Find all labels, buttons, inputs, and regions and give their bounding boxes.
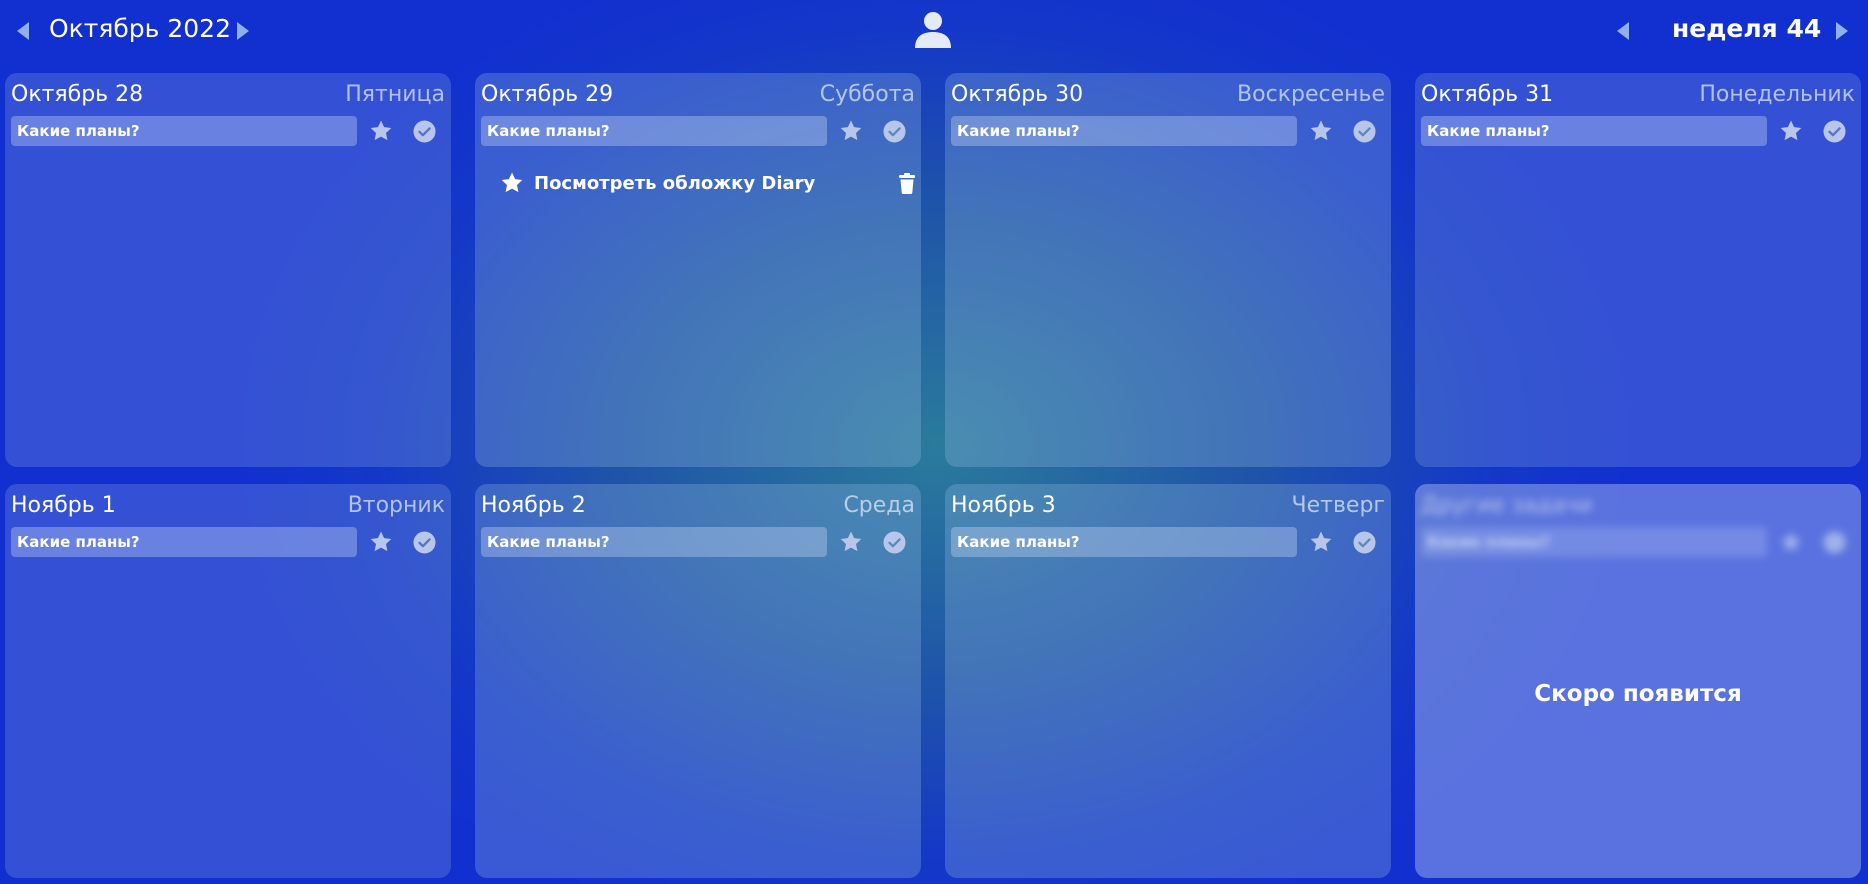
plan-input[interactable]: [481, 116, 827, 146]
plan-input[interactable]: [1421, 116, 1767, 146]
day-weekday: Суббота: [819, 82, 915, 107]
day-date: Ноябрь 3: [951, 493, 1056, 518]
check-circle-icon[interactable]: [413, 531, 436, 554]
top-bar: Октябрь 2022 неделя 44: [0, 0, 1868, 64]
task-text[interactable]: Посмотреть обложку Diary: [534, 173, 815, 194]
day-weekday: Воскресенье: [1237, 82, 1385, 107]
day-card-oct-29: Октябрь 29 Суббота Посмотреть обложку Di…: [475, 73, 921, 467]
other-tasks-input: [1421, 527, 1767, 557]
check-circle-icon[interactable]: [1353, 120, 1376, 143]
day-weekday: Вторник: [347, 493, 445, 518]
other-tasks-card: Другие задачи Скоро появится: [1415, 484, 1861, 878]
day-weekday: Понедельник: [1699, 82, 1855, 107]
day-card-nov-1: Ноябрь 1 Вторник: [5, 484, 451, 878]
check-circle-icon[interactable]: [413, 120, 436, 143]
star-icon[interactable]: [839, 119, 863, 143]
prev-week-icon[interactable]: [1617, 22, 1629, 40]
trash-icon[interactable]: [898, 173, 916, 194]
check-circle-icon[interactable]: [1353, 531, 1376, 554]
day-card-oct-30: Октябрь 30 Воскресенье: [945, 73, 1391, 467]
star-icon[interactable]: [369, 119, 393, 143]
day-card-oct-28: Октябрь 28 Пятница: [5, 73, 451, 467]
plan-input[interactable]: [481, 527, 827, 557]
star-filled-icon[interactable]: [500, 171, 524, 195]
plan-input[interactable]: [11, 116, 357, 146]
star-icon: [1780, 531, 1802, 552]
day-card-nov-3: Ноябрь 3 Четверг: [945, 484, 1391, 878]
day-date: Октябрь 28: [11, 82, 144, 107]
day-card-nov-2: Ноябрь 2 Среда: [475, 484, 921, 878]
check-circle-icon[interactable]: [1823, 120, 1846, 143]
check-circle-icon: [1823, 531, 1846, 554]
star-icon[interactable]: [1779, 119, 1803, 143]
coming-soon-text: Скоро появится: [1534, 681, 1742, 707]
day-weekday: Среда: [843, 493, 915, 518]
plan-input[interactable]: [951, 527, 1297, 557]
day-date: Ноябрь 1: [11, 493, 116, 518]
day-card-oct-31: Октябрь 31 Понедельник: [1415, 73, 1861, 467]
month-title: Октябрь 2022: [49, 14, 231, 43]
next-month-icon[interactable]: [237, 22, 249, 40]
task-item: Посмотреть обложку Diary: [500, 169, 915, 199]
plan-input[interactable]: [951, 116, 1297, 146]
other-tasks-title: Другие задачи: [1421, 493, 1593, 518]
star-icon[interactable]: [839, 530, 863, 554]
week-title: неделя 44: [1672, 14, 1822, 43]
next-week-icon[interactable]: [1836, 22, 1848, 40]
day-date: Октябрь 30: [951, 82, 1084, 107]
check-circle-icon[interactable]: [883, 120, 906, 143]
day-weekday: Четверг: [1291, 493, 1385, 518]
prev-month-icon[interactable]: [17, 22, 29, 40]
star-icon[interactable]: [1309, 530, 1333, 554]
star-icon[interactable]: [1309, 119, 1333, 143]
day-date: Октябрь 29: [481, 82, 614, 107]
day-weekday: Пятница: [345, 82, 445, 107]
day-date: Ноябрь 2: [481, 493, 586, 518]
user-icon[interactable]: [913, 10, 953, 50]
star-icon[interactable]: [369, 530, 393, 554]
check-circle-icon[interactable]: [883, 531, 906, 554]
day-date: Октябрь 31: [1421, 82, 1554, 107]
plan-input[interactable]: [11, 527, 357, 557]
